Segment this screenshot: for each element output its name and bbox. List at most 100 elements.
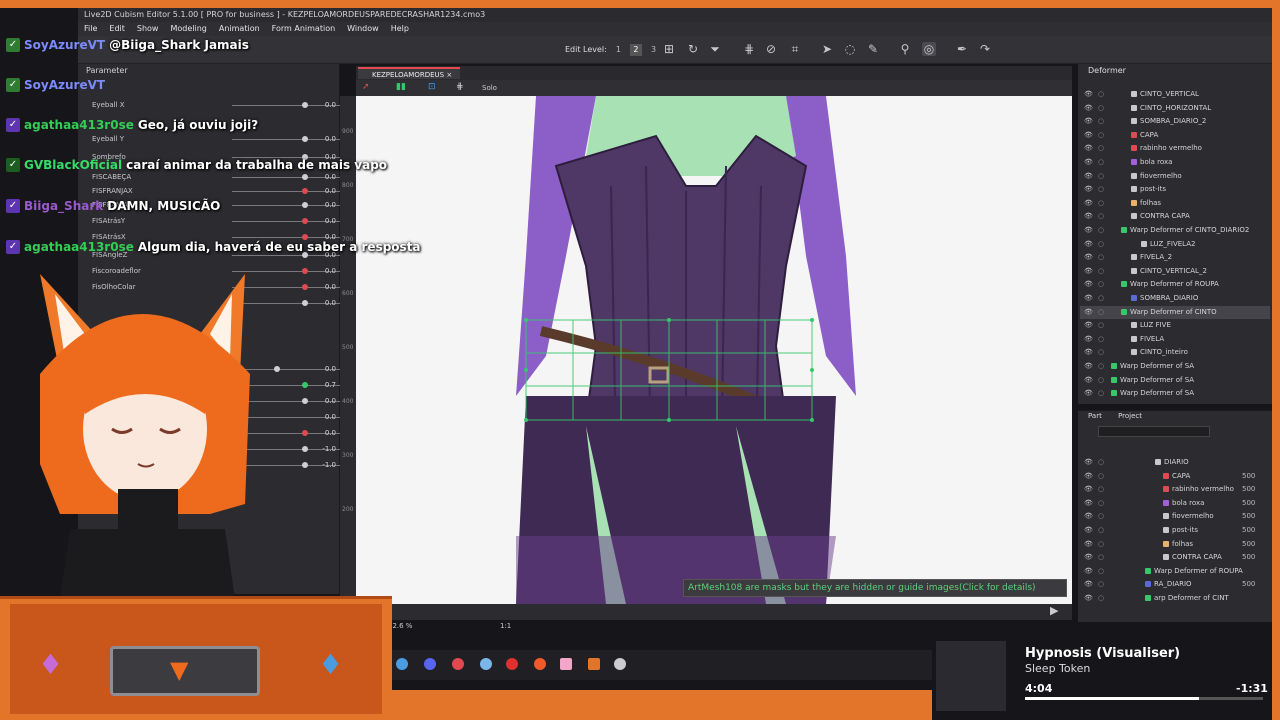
- menu-item-window[interactable]: Window: [347, 22, 379, 36]
- lock-icon[interactable]: ○: [1098, 483, 1104, 496]
- visibility-eye-icon[interactable]: 👁: [1084, 210, 1093, 223]
- lock-icon[interactable]: ○: [1098, 551, 1104, 564]
- visibility-eye-icon[interactable]: 👁: [1084, 197, 1093, 210]
- lock-icon[interactable]: ○: [1098, 292, 1104, 305]
- lock-icon[interactable]: ○: [1098, 470, 1104, 483]
- deformer-row[interactable]: 👁 ○ CINTO_HORIZONTAL: [1080, 102, 1270, 115]
- slider-knob[interactable]: [302, 202, 308, 208]
- visibility-eye-icon[interactable]: 👁: [1084, 238, 1093, 251]
- edit-level-3[interactable]: 3: [648, 44, 660, 56]
- visibility-eye-icon[interactable]: 👁: [1084, 360, 1093, 373]
- lock-icon[interactable]: ○: [1098, 142, 1104, 155]
- grid-icon[interactable]: ⋕: [456, 82, 464, 92]
- deformer-row[interactable]: 👁 ○ CINTO_VERTICAL_2: [1080, 265, 1270, 278]
- frame-icon[interactable]: ⊡: [428, 82, 436, 92]
- visibility-eye-icon[interactable]: 👁: [1084, 346, 1093, 359]
- visibility-eye-icon[interactable]: 👁: [1084, 88, 1093, 101]
- lock-icon[interactable]: ○: [1098, 524, 1104, 537]
- lock-icon[interactable]: ○: [1098, 565, 1104, 578]
- parameter-tab[interactable]: Parameter: [86, 66, 128, 75]
- lock-icon[interactable]: ○: [1098, 510, 1104, 523]
- chat-username[interactable]: GVBlackOficial: [24, 158, 122, 172]
- lock-icon[interactable]: ○: [1098, 238, 1104, 251]
- select-arrow-icon[interactable]: ➤: [820, 42, 834, 56]
- deformer-row[interactable]: 👁 ○ SOMBRA_DIARIO_2: [1080, 115, 1270, 128]
- lock-icon[interactable]: ○: [1098, 578, 1104, 591]
- part-row[interactable]: 👁 ○ bola roxa 500: [1080, 497, 1270, 510]
- parameter-row[interactable]: Eyeball X 0.0: [80, 100, 378, 112]
- model-canvas[interactable]: [356, 96, 1072, 604]
- deformer-row[interactable]: 👁 ○ FIVELA: [1080, 333, 1270, 346]
- app-icon[interactable]: [560, 658, 572, 670]
- lock-icon[interactable]: ○: [1098, 210, 1104, 223]
- grid-tool-icon[interactable]: ⋕: [742, 42, 756, 56]
- deformer-row[interactable]: 👁 ○ CAPA: [1080, 129, 1270, 142]
- visibility-eye-icon[interactable]: 👁: [1084, 470, 1093, 483]
- deformer-row[interactable]: 👁 ○ FIVELA_2: [1080, 251, 1270, 264]
- lasso-icon[interactable]: ◌: [843, 42, 857, 56]
- menu-item-help[interactable]: Help: [391, 22, 409, 36]
- menu-item-form-animation[interactable]: Form Animation: [272, 22, 335, 36]
- lock-icon[interactable]: ○: [1098, 183, 1104, 196]
- lock-icon[interactable]: ○: [1098, 265, 1104, 278]
- visibility-eye-icon[interactable]: 👁: [1084, 497, 1093, 510]
- lock-icon[interactable]: ○: [1098, 360, 1104, 373]
- layers-icon[interactable]: ▮▮: [396, 82, 406, 92]
- part-row[interactable]: 👁 ○ RA_DIARIO 500: [1080, 578, 1270, 591]
- lock-icon[interactable]: ○: [1098, 278, 1104, 291]
- menu-item-animation[interactable]: Animation: [219, 22, 260, 36]
- canvas-tab[interactable]: KEZPELOAMORDEUS ×: [358, 67, 461, 79]
- tab-part[interactable]: Part: [1088, 412, 1102, 420]
- lock-icon[interactable]: ○: [1098, 319, 1104, 332]
- edit-level-2[interactable]: 2: [629, 44, 642, 56]
- deformer-row[interactable]: 👁 ○ Warp Deformer of SA: [1080, 374, 1270, 387]
- deformer-row[interactable]: 👁 ○ CINTO_VERTICAL: [1080, 88, 1270, 101]
- lock-icon[interactable]: ○: [1098, 224, 1104, 237]
- visibility-eye-icon[interactable]: 👁: [1084, 278, 1093, 291]
- chat-username[interactable]: agathaa413r0se: [24, 240, 134, 254]
- part-row[interactable]: 👁 ○ Warp Deformer of ROUPA: [1080, 565, 1270, 578]
- part-row[interactable]: 👁 ○ arp Deformer of CINT: [1080, 592, 1270, 605]
- lock-icon[interactable]: ○: [1098, 197, 1104, 210]
- part-row[interactable]: 👁 ○ CAPA 500: [1080, 470, 1270, 483]
- visibility-eye-icon[interactable]: 👁: [1084, 265, 1093, 278]
- visibility-eye-icon[interactable]: 👁: [1084, 115, 1093, 128]
- rotation-tool-icon[interactable]: ↻: [686, 42, 700, 56]
- visibility-eye-icon[interactable]: 👁: [1084, 374, 1093, 387]
- steam-icon[interactable]: [396, 658, 408, 670]
- lock-icon[interactable]: ○: [1098, 538, 1104, 551]
- youtube-icon[interactable]: [506, 658, 518, 670]
- pointer-icon[interactable]: ➚: [362, 82, 370, 92]
- chat-username[interactable]: Biiga_Shark: [24, 199, 103, 213]
- visibility-eye-icon[interactable]: 👁: [1084, 319, 1093, 332]
- parameter-value[interactable]: 0.0: [316, 101, 336, 109]
- slider-knob[interactable]: [302, 188, 308, 194]
- visibility-eye-icon[interactable]: 👁: [1084, 524, 1093, 537]
- chat-username[interactable]: SoyAzureVT: [24, 38, 105, 52]
- chat-username[interactable]: agathaa413r0se: [24, 118, 134, 132]
- parameter-value[interactable]: 0.0: [316, 173, 336, 181]
- visibility-eye-icon[interactable]: 👁: [1084, 102, 1093, 115]
- visibility-eye-icon[interactable]: 👁: [1084, 224, 1093, 237]
- deformer-row[interactable]: 👁 ○ folhas: [1080, 197, 1270, 210]
- play-icon[interactable]: ▶: [1050, 604, 1058, 617]
- part-row[interactable]: 👁 ○ fiovermelho 500: [1080, 510, 1270, 523]
- deformer-tab[interactable]: Deformer: [1088, 66, 1126, 75]
- part-search-input[interactable]: [1098, 426, 1210, 437]
- pin-icon[interactable]: ⚲: [898, 42, 912, 56]
- pen-icon[interactable]: ✒: [955, 42, 969, 56]
- solo-toggle[interactable]: Solo: [482, 84, 497, 92]
- parameter-row[interactable]: Eyeball Y 0.0: [80, 134, 378, 146]
- slider-knob[interactable]: [302, 102, 308, 108]
- mask-warning-banner[interactable]: ArtMesh108 are masks but they are hidden…: [683, 579, 1067, 597]
- discord-icon[interactable]: [424, 658, 436, 670]
- lock-icon[interactable]: ○: [1098, 306, 1104, 319]
- parameter-value[interactable]: 0.0: [316, 201, 336, 209]
- glue-tool-icon[interactable]: ⊘: [764, 42, 778, 56]
- visibility-eye-icon[interactable]: 👁: [1084, 538, 1093, 551]
- part-row[interactable]: 👁 ○ rabinho vermelho 500: [1080, 483, 1270, 496]
- transform-icon[interactable]: ◎: [922, 42, 936, 56]
- visibility-eye-icon[interactable]: 👁: [1084, 306, 1093, 319]
- visibility-eye-icon[interactable]: 👁: [1084, 387, 1093, 400]
- lock-icon[interactable]: ○: [1098, 346, 1104, 359]
